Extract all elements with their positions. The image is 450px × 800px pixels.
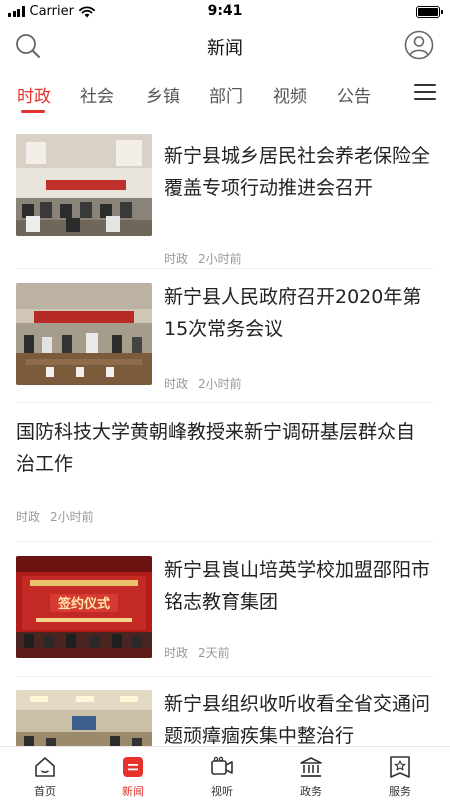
nav-label: 首页 bbox=[34, 785, 56, 798]
news-category: 时政 bbox=[164, 252, 189, 266]
news-meta: 时政 2小时前 bbox=[16, 508, 94, 525]
video-camera-icon bbox=[211, 756, 233, 775]
news-title: 国防科技大学黄朝峰教授来新宁调研基层群众自治工作 bbox=[16, 421, 416, 475]
header: 新闻 bbox=[0, 24, 450, 68]
news-category: 时政 bbox=[16, 510, 41, 524]
government-building-icon bbox=[300, 757, 322, 777]
news-thumbnail bbox=[16, 690, 152, 746]
nav-label: 服务 bbox=[389, 785, 411, 798]
tab-shipin[interactable]: 视频 bbox=[273, 82, 307, 107]
home-icon bbox=[35, 757, 55, 777]
news-meta: 时政 2小时前 bbox=[164, 375, 242, 392]
news-meta: 时政 2天前 bbox=[164, 644, 230, 661]
news-meta: 时政 2小时前 bbox=[164, 250, 242, 267]
bottom-tab-bar: 首页 新闻 视听 政务 服务 bbox=[0, 746, 450, 800]
divider bbox=[16, 268, 434, 269]
news-category: 时政 bbox=[164, 377, 189, 391]
status-bar: Carrier 9:41 bbox=[0, 0, 450, 24]
divider bbox=[16, 676, 434, 677]
tab-shizheng[interactable]: 时政 bbox=[17, 82, 51, 107]
news-time: 2小时前 bbox=[198, 377, 242, 391]
nav-label: 视听 bbox=[211, 785, 233, 798]
news-item[interactable]: 新宁县人民政府召开2020年第15次常务会议 时政 2小时前 bbox=[16, 283, 434, 403]
nav-video[interactable]: 视听 bbox=[177, 747, 267, 800]
page-title: 新闻 bbox=[207, 38, 243, 59]
news-thumbnail bbox=[16, 283, 152, 385]
divider bbox=[16, 541, 434, 542]
battery-icon bbox=[416, 6, 443, 18]
tab-shehui[interactable]: 社会 bbox=[80, 82, 114, 107]
news-thumbnail: 签约仪式 bbox=[16, 556, 152, 658]
news-item[interactable]: 新宁县组织收听收看全省交通问题顽瘴痼疾集中整治行 bbox=[16, 690, 434, 746]
tab-gonggao[interactable]: 公告 bbox=[337, 82, 371, 107]
user-profile-icon[interactable] bbox=[404, 30, 434, 60]
news-list: 新宁县城乡居民社会养老保险全覆盖专项行动推进会召开 时政 2小时前 新宁县人民政府… bbox=[0, 120, 450, 746]
news-thumbnail bbox=[16, 134, 152, 236]
tab-xiangzhen[interactable]: 乡镇 bbox=[146, 82, 180, 107]
news-icon bbox=[123, 757, 143, 777]
news-time: 2天前 bbox=[198, 646, 230, 660]
nav-service[interactable]: 服务 bbox=[355, 747, 445, 800]
divider bbox=[16, 402, 434, 403]
news-item[interactable]: 国防科技大学黄朝峰教授来新宁调研基层群众自治工作 时政 2小时前 bbox=[16, 416, 434, 526]
news-time: 2小时前 bbox=[50, 510, 94, 524]
thumbnail-caption: 签约仪式 bbox=[57, 596, 110, 612]
star-badge-icon bbox=[390, 756, 410, 778]
news-title: 新宁县人民政府召开2020年第15次常务会议 bbox=[164, 286, 422, 340]
active-tab-indicator bbox=[21, 110, 45, 113]
nav-news[interactable]: 新闻 bbox=[88, 747, 178, 800]
nav-label: 新闻 bbox=[122, 785, 144, 798]
news-title: 新宁县城乡居民社会养老保险全覆盖专项行动推进会召开 bbox=[164, 145, 431, 199]
tab-bumen[interactable]: 部门 bbox=[209, 82, 243, 107]
nav-label: 政务 bbox=[300, 785, 322, 798]
nav-home[interactable]: 首页 bbox=[0, 747, 90, 800]
status-time: 9:41 bbox=[207, 3, 243, 19]
news-item[interactable]: 新宁县城乡居民社会养老保险全覆盖专项行动推进会召开 时政 2小时前 bbox=[16, 134, 434, 267]
news-item[interactable]: 签约仪式 新宁县崀山培英学校加盟邵阳市铭志教育集团 时政 2天前 bbox=[16, 556, 434, 676]
category-tabs: 时政 社会 乡镇 部门 视频 公告 bbox=[0, 80, 450, 116]
news-title: 新宁县组织收听收看全省交通问题顽瘴痼疾集中整治行 bbox=[164, 693, 431, 746]
news-category: 时政 bbox=[164, 646, 189, 660]
news-title: 新宁县崀山培英学校加盟邵阳市铭志教育集团 bbox=[164, 559, 431, 613]
search-icon[interactable] bbox=[14, 32, 42, 60]
nav-government[interactable]: 政务 bbox=[266, 747, 356, 800]
menu-icon[interactable] bbox=[414, 84, 436, 102]
news-time: 2小时前 bbox=[198, 252, 242, 266]
